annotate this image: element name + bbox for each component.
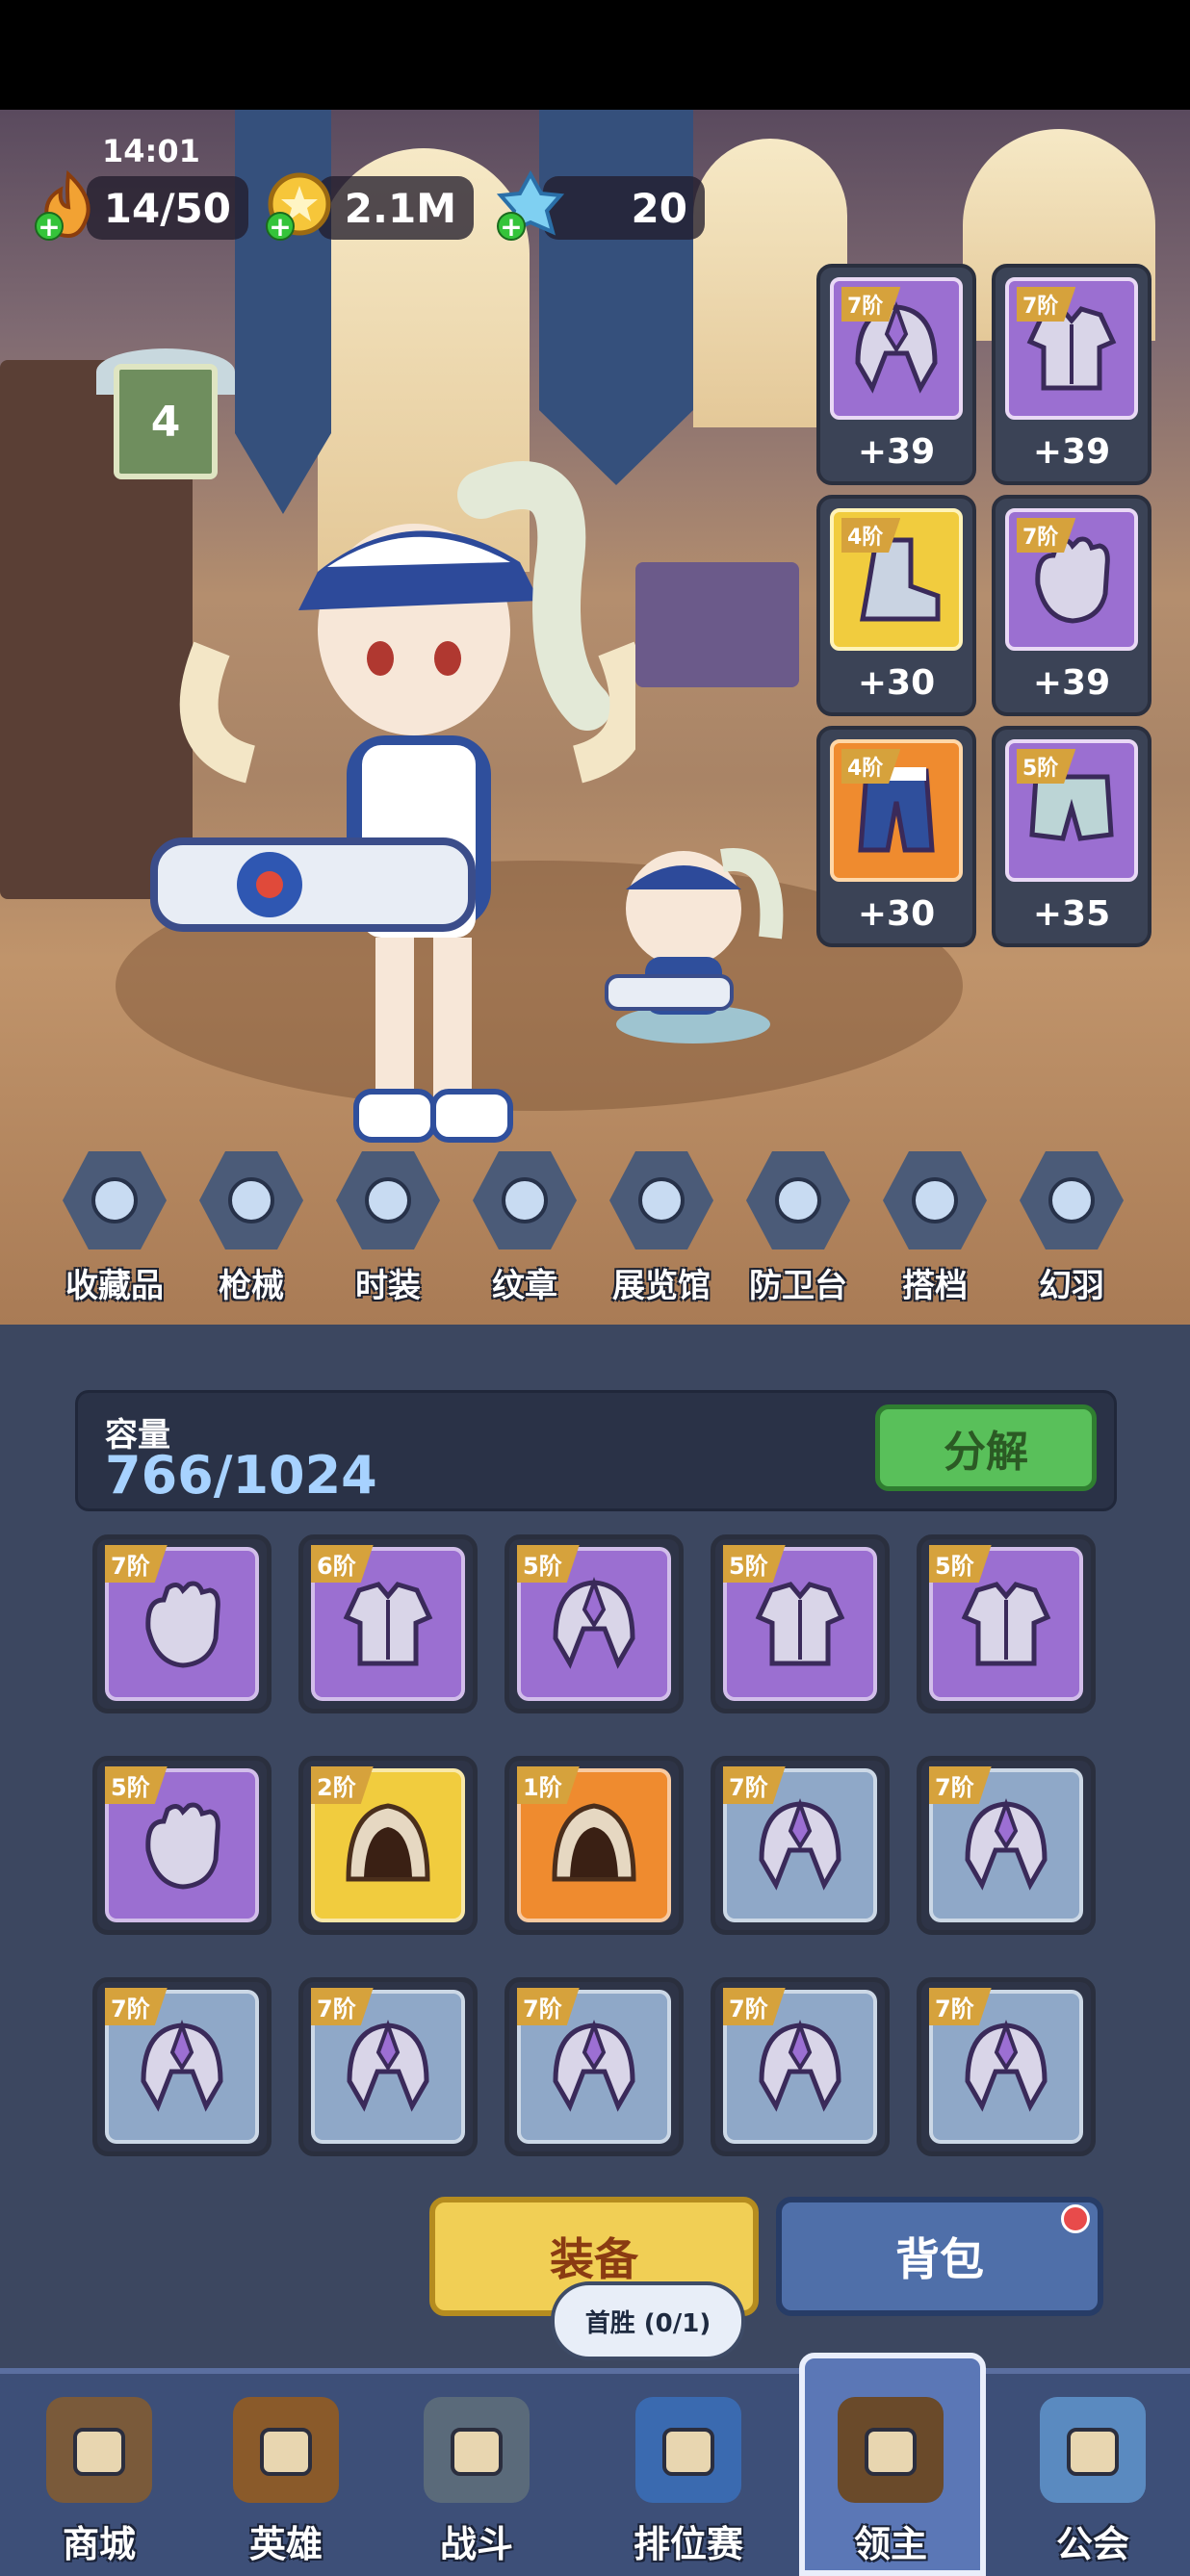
inventory-item[interactable]: 7阶 — [917, 1756, 1096, 1935]
jacket-icon — [336, 1151, 440, 1249]
feature-label: 纹章 — [492, 1267, 557, 1305]
stat-bonus: +35 — [1032, 894, 1111, 934]
clock: 14:01 — [102, 133, 200, 169]
inventory-item[interactable]: 1阶 — [504, 1756, 684, 1935]
feature-label: 收藏品 — [65, 1267, 164, 1305]
shorts-icon: 5阶 — [1005, 739, 1138, 882]
nav-label: 排位赛 — [633, 2523, 743, 2565]
nav-5[interactable]: 领主 — [809, 2397, 972, 2567]
feature-label: 防卫台 — [749, 1267, 847, 1305]
nav-label: 战斗 — [439, 2523, 513, 2565]
first-win-tooltip: 首胜 (0/1) — [551, 2281, 745, 2360]
stat-bonus: +30 — [857, 894, 936, 934]
inventory-item[interactable]: 7阶 — [504, 1977, 684, 2156]
stat-bonus: +39 — [1032, 663, 1111, 703]
feature-label: 时装 — [355, 1267, 421, 1305]
wing-icon — [1020, 1151, 1124, 1249]
gun-icon — [199, 1151, 303, 1249]
equipped-slot[interactable]: 7阶 +39 — [816, 264, 976, 485]
stat-bonus: +30 — [857, 663, 936, 703]
inventory-item[interactable]: 7阶 — [298, 1977, 478, 2156]
equipped-slot[interactable]: 4阶 +30 — [816, 495, 976, 716]
top-black-bar — [0, 0, 1190, 110]
boot-icon: 4阶 — [830, 508, 963, 651]
stat-bonus: +39 — [857, 432, 936, 472]
guild-castle-icon — [1040, 2397, 1146, 2503]
inventory-item[interactable]: 7阶 — [92, 1977, 272, 2156]
feather-quill-icon — [63, 1151, 167, 1249]
emblem-icon — [473, 1151, 577, 1249]
equipped-slot[interactable]: 7阶 +39 — [992, 264, 1151, 485]
flame-icon[interactable]: + — [31, 166, 106, 243]
pants-icon: 4阶 — [830, 739, 963, 882]
feature-7[interactable]: 搭档 — [872, 1151, 997, 1306]
inventory-item[interactable]: 2阶 — [298, 1756, 478, 1935]
battle-icon — [424, 2397, 530, 2503]
shop-chest-icon — [46, 2397, 152, 2503]
nav-4[interactable]: 排位赛 — [607, 2397, 770, 2567]
coin-value: 2.1M — [344, 184, 456, 232]
nav-6[interactable]: 公会 — [1011, 2397, 1175, 2567]
stamina-counter: 14/50 — [87, 176, 248, 240]
inventory-item[interactable]: 5阶 — [917, 1534, 1096, 1713]
feature-2[interactable]: 枪械 — [189, 1151, 314, 1306]
equipped-slot[interactable]: 5阶 +35 — [992, 726, 1151, 947]
nav-1[interactable]: 商城 — [17, 2397, 181, 2567]
feature-label: 枪械 — [219, 1267, 284, 1305]
feature-label: 搭档 — [902, 1267, 968, 1305]
equipped-slot[interactable]: 4阶 +30 — [816, 726, 976, 947]
feature-4[interactable]: 纹章 — [462, 1151, 587, 1306]
feature-label: 展览馆 — [612, 1267, 711, 1305]
hero-character[interactable] — [135, 456, 635, 1207]
lord-banner-icon — [838, 2397, 944, 2503]
stat-bonus: +39 — [1032, 432, 1111, 472]
crown-hall-icon — [609, 1151, 713, 1249]
feature-5[interactable]: 展览馆 — [599, 1151, 724, 1306]
inventory-item[interactable]: 5阶 — [711, 1534, 890, 1713]
equipped-slot[interactable]: 7阶 +39 — [992, 495, 1151, 716]
bag-notification-dot — [1061, 2204, 1090, 2233]
add-stamina-button[interactable]: + — [35, 212, 64, 241]
rank-value: 4 — [150, 397, 181, 447]
feature-6[interactable]: 防卫台 — [736, 1151, 861, 1306]
feature-8[interactable]: 幻羽 — [1009, 1151, 1134, 1306]
add-coin-button[interactable]: + — [266, 212, 295, 241]
ranked-shield-icon — [635, 2397, 741, 2503]
partner-pet[interactable] — [578, 822, 809, 1053]
partner-icon — [883, 1151, 987, 1249]
inventory-item[interactable]: 7阶 — [917, 1977, 1096, 2156]
rank-badge[interactable]: 4 — [114, 364, 218, 479]
bag-button[interactable]: 背包 — [776, 2197, 1103, 2316]
stamina-value: 14/50 — [103, 184, 231, 232]
inventory-item[interactable]: 6阶 — [298, 1534, 478, 1713]
book-stack — [635, 562, 799, 687]
feature-1[interactable]: 收藏品 — [52, 1151, 177, 1306]
nav-3[interactable]: 战斗 — [395, 2397, 558, 2567]
feature-3[interactable]: 时装 — [325, 1151, 451, 1306]
coin-icon[interactable]: + — [262, 166, 337, 243]
glove-icon: 7阶 — [1005, 508, 1138, 651]
nav-2[interactable]: 英雄 — [204, 2397, 368, 2567]
armor-icon: 7阶 — [1005, 277, 1138, 420]
nav-label: 领主 — [853, 2523, 927, 2565]
crystal-icon[interactable]: + — [493, 166, 568, 243]
hero-card-icon — [233, 2397, 339, 2503]
capacity-box: 容量 766/1024 分解 — [75, 1390, 1117, 1511]
crystal-value: 20 — [631, 184, 687, 232]
capacity-value: 766/1024 — [105, 1445, 377, 1506]
inventory-item[interactable]: 5阶 — [504, 1534, 684, 1713]
add-crystal-button[interactable]: + — [497, 212, 526, 241]
helmet-icon: 7阶 — [830, 277, 963, 420]
turret-icon — [746, 1151, 850, 1249]
nav-label: 商城 — [62, 2523, 136, 2565]
nav-label: 英雄 — [248, 2523, 323, 2565]
decompose-button[interactable]: 分解 — [875, 1404, 1097, 1491]
inventory-item[interactable]: 7阶 — [711, 1977, 890, 2156]
coin-counter: 2.1M — [318, 176, 474, 240]
nav-label: 公会 — [1055, 2523, 1129, 2565]
inventory-item[interactable]: 7阶 — [711, 1756, 890, 1935]
inventory-item[interactable]: 5阶 — [92, 1756, 272, 1935]
inventory-item[interactable]: 7阶 — [92, 1534, 272, 1713]
feature-label: 幻羽 — [1039, 1267, 1104, 1305]
